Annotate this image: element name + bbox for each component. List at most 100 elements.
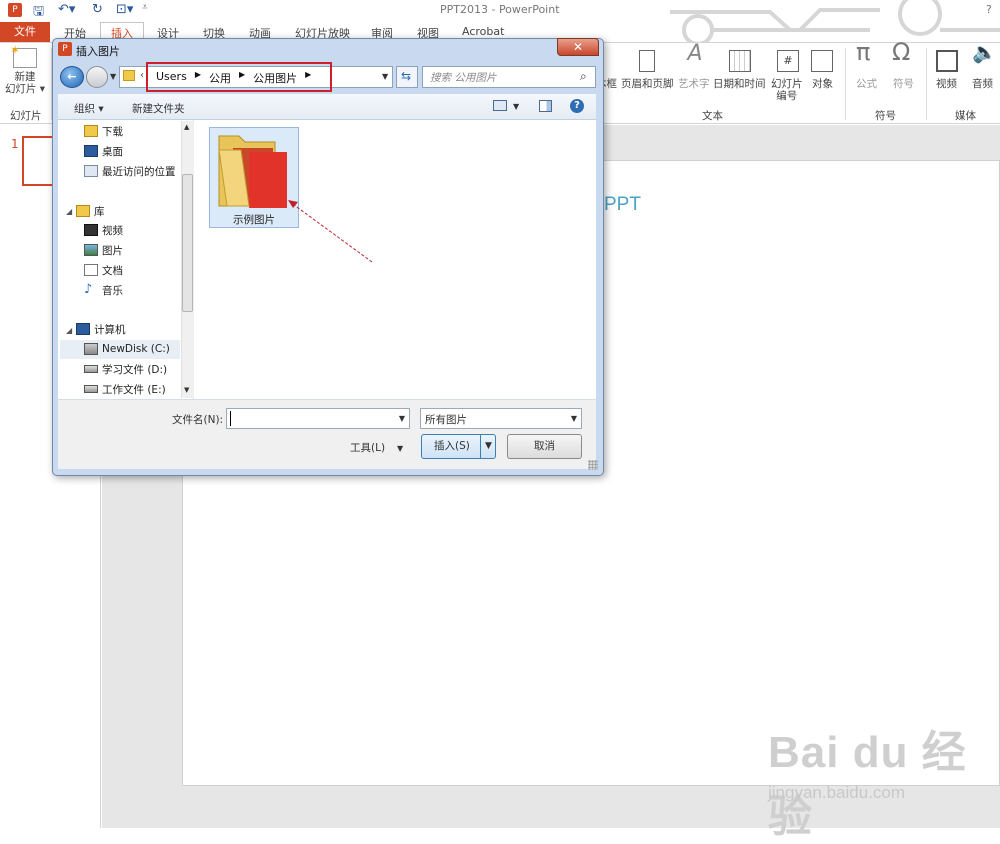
scroll-up-icon[interactable]: ▲ — [184, 123, 189, 131]
resize-grip-icon[interactable] — [588, 460, 598, 470]
slide-number-label-2: 编号 — [776, 90, 798, 102]
video-button[interactable]: 视频 — [936, 78, 957, 90]
nav-item-videos[interactable]: 视频 — [84, 220, 123, 240]
filename-label: 文件名(N): — [172, 414, 224, 426]
slide-number-button[interactable]: 幻灯片 编号 — [771, 78, 803, 102]
chevron-down-icon: ▼ — [570, 414, 577, 423]
recent-pages-dropdown-icon[interactable]: ▼ — [110, 72, 116, 81]
nav-item-recent[interactable]: 最近访问的位置 — [84, 161, 176, 181]
chevron-down-icon[interactable]: ▼ — [399, 414, 405, 423]
slide-number: 1 — [11, 137, 19, 151]
equation-button[interactable]: 公式 — [856, 78, 877, 90]
nav-item-label: 工作文件 (E:) — [102, 383, 166, 396]
library-icon — [76, 205, 90, 217]
wordart-icon[interactable]: A — [680, 43, 710, 65]
address-dropdown-icon[interactable]: ▼ — [382, 72, 388, 81]
system-drive-icon — [84, 343, 98, 355]
nav-item-libraries[interactable]: 库 — [76, 201, 105, 221]
filename-input[interactable]: ▼ — [226, 408, 410, 429]
expand-arrow-icon[interactable]: ◢ — [66, 207, 72, 216]
nav-item-label: 文档 — [102, 264, 123, 277]
nav-item-drive-d[interactable]: 学习文件 (D:) — [84, 359, 167, 379]
insert-label: 插入(S) — [434, 440, 470, 452]
tab-file[interactable]: 文件 — [0, 22, 50, 42]
wordart-button[interactable]: 艺术字 — [678, 78, 710, 90]
close-button[interactable]: ✕ — [557, 38, 599, 56]
view-options-icon[interactable] — [493, 100, 507, 111]
save-icon[interactable]: 🖫 — [33, 2, 44, 24]
watermark-url: jingyan.baidu.com — [768, 783, 906, 802]
new-slide-label-2: 幻灯片 ▾ — [4, 83, 46, 95]
back-arrow-icon[interactable]: ← — [60, 66, 84, 88]
forward-arrow-icon[interactable] — [86, 66, 108, 88]
nav-item-label: 桌面 — [102, 145, 123, 158]
nav-item-pictures[interactable]: 图片 — [84, 240, 123, 260]
cancel-button[interactable]: 取消 — [507, 434, 582, 459]
equation-icon[interactable]: π — [856, 40, 870, 64]
watermark-brand: Bai du 经验 — [768, 728, 967, 841]
powerpoint-logo-icon: P — [8, 3, 22, 17]
search-icon[interactable]: ⌕ — [580, 69, 587, 84]
object-button[interactable]: 对象 — [812, 78, 833, 90]
preview-pane-icon[interactable] — [539, 100, 552, 112]
download-folder-icon — [84, 125, 98, 137]
new-slide-label: 新建 — [14, 71, 36, 83]
redo-icon[interactable]: ↻ — [92, 2, 103, 17]
tab-acrobat[interactable]: Acrobat — [462, 25, 504, 38]
organize-button[interactable]: 组织 ▾ — [74, 101, 104, 116]
audio-icon[interactable]: 🔈 — [972, 42, 997, 62]
symbol-button[interactable]: 符号 — [893, 78, 914, 90]
group-media-label: 媒体 — [955, 110, 976, 122]
header-footer-icon[interactable] — [636, 50, 658, 75]
refresh-icon: ⇆ — [401, 69, 412, 83]
nav-item-computer[interactable]: 计算机 — [76, 319, 126, 339]
folder-icon — [123, 70, 135, 81]
nav-item-label: NewDisk (C:) — [102, 343, 170, 355]
breadcrumb-overflow-icon[interactable]: ‹ — [140, 70, 144, 81]
nav-item-documents[interactable]: 文档 — [84, 260, 123, 280]
refresh-button[interactable]: ⇆ — [396, 66, 418, 88]
nav-item-label: 库 — [94, 205, 105, 218]
slide-title-text[interactable]: PPT — [604, 194, 641, 216]
new-slide-button[interactable]: ✶ 新建 幻灯片 ▾ — [2, 44, 48, 95]
customize-qat-icon[interactable]: ⩡ — [142, 2, 148, 13]
nav-item-label: 最近访问的位置 — [102, 165, 176, 178]
header-footer-button[interactable]: 页眉和页脚 — [621, 78, 674, 90]
breadcrumb-highlight-annotation — [146, 62, 332, 92]
nav-item-music[interactable]: ♪ 音乐 — [84, 280, 123, 300]
group-divider — [926, 48, 927, 120]
presentation-icon[interactable]: ⊡▾ — [116, 2, 133, 17]
group-slides-label: 幻灯片 — [10, 110, 42, 122]
slide-number-icon[interactable]: # — [777, 50, 799, 72]
videos-icon — [84, 224, 98, 236]
insert-split-dropdown-icon[interactable]: ▼ — [480, 434, 496, 459]
nav-item-downloads[interactable]: 下载 — [84, 121, 123, 141]
audio-button[interactable]: 音频 — [972, 78, 993, 90]
recent-places-icon — [84, 165, 98, 177]
datetime-button[interactable]: 日期和时间 — [713, 78, 766, 90]
datetime-icon[interactable] — [729, 50, 751, 75]
tools-button[interactable]: 工具(L) ▼ — [350, 440, 403, 455]
new-folder-button[interactable]: 新建文件夹 — [132, 101, 185, 116]
nav-item-drive-c[interactable]: NewDisk (C:) — [84, 339, 170, 359]
undo-icon[interactable]: ↶▾ — [58, 2, 75, 17]
nav-item-label: 音乐 — [102, 284, 123, 297]
object-icon[interactable] — [811, 50, 833, 75]
scrollbar-thumb[interactable] — [182, 174, 193, 312]
computer-icon — [76, 323, 90, 335]
view-dropdown-icon[interactable]: ▼ — [513, 102, 519, 111]
nav-item-desktop[interactable]: 桌面 — [84, 141, 123, 161]
group-symbols-label: 符号 — [875, 110, 896, 122]
nav-item-drive-e[interactable]: 工作文件 (E:) — [84, 379, 166, 399]
help-icon[interactable]: ? — [570, 99, 584, 113]
nav-item-label: 视频 — [102, 224, 123, 237]
symbol-icon[interactable]: Ω — [892, 40, 910, 64]
search-placeholder: 搜索 公用图片 — [430, 72, 497, 84]
drive-icon — [84, 385, 98, 393]
group-divider — [845, 48, 846, 120]
scroll-down-icon[interactable]: ▼ — [184, 386, 189, 394]
video-icon[interactable] — [936, 50, 958, 75]
nav-item-label: 计算机 — [94, 323, 126, 336]
expand-arrow-icon[interactable]: ◢ — [66, 326, 72, 335]
filetype-select[interactable]: 所有图片 ▼ — [420, 408, 582, 429]
